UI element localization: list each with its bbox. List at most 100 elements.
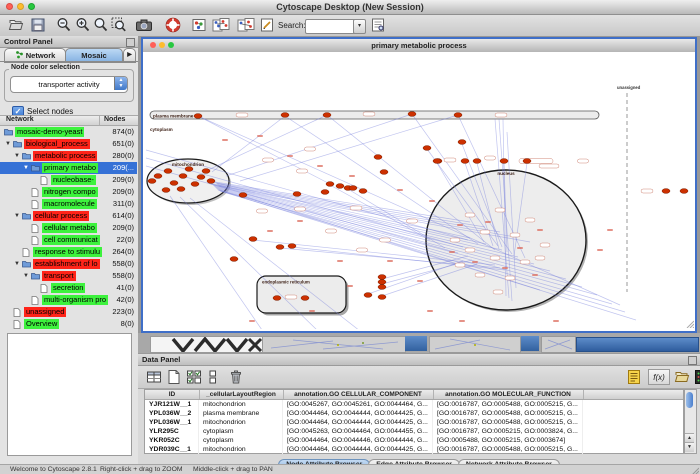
network-node[interactable] [301,296,309,301]
network-node[interactable] [359,189,367,194]
column-header-0[interactable]: ID [145,390,200,399]
tree-column-header[interactable]: Network Nodes [0,115,138,126]
network-node[interactable] [378,285,386,290]
tree-row-nitrogen-compo[interactable]: nitrogen compo209(0) [0,186,137,198]
network-node[interactable] [194,114,202,119]
network-node[interactable] [281,113,289,118]
unselect-attributes-icon[interactable] [206,369,222,385]
export-snapshot-icon[interactable] [135,17,151,33]
network-node[interactable] [458,140,466,145]
table-row-YLR295C[interactable]: YLR295Ccytoplasm[GO:0045263, GO:0044464,… [145,427,683,436]
tree-label[interactable]: multi-organism pro [42,295,108,305]
network-node[interactable] [461,159,469,164]
tree-label[interactable]: nitrogen compo [42,187,98,197]
tree-label[interactable]: Overview [24,319,59,329]
network-view-window[interactable]: primary metabolic process [141,37,697,333]
network-node[interactable] [154,174,162,179]
background-window-titlebar-fragment[interactable] [576,337,699,352]
resize-grip-icon[interactable] [685,319,694,328]
network-node[interactable] [273,296,281,301]
network-node[interactable] [323,113,331,118]
tree-label[interactable]: mosaic-demo-yeast [15,127,84,137]
expand-arrow-icon[interactable]: ▼ [5,138,11,150]
network-node[interactable] [433,159,441,164]
tree-label[interactable]: cellular process [33,211,89,221]
float-panel-icon[interactable] [688,356,697,365]
expand-arrow-icon[interactable]: ▼ [14,150,20,162]
tree-row-overview[interactable]: Overview8(0) [0,318,137,330]
search-input[interactable] [305,19,357,34]
attribute-table-icon[interactable] [146,369,162,385]
table-row-YKR052C[interactable]: YKR052Ccytoplasm[GO:0044464, GO:0044446,… [145,436,683,445]
annotations-icon[interactable] [259,17,275,33]
tree-row-cellular-process[interactable]: ▼cellular process614(0) [0,210,137,222]
network-node[interactable] [288,244,296,249]
network-zoom-button[interactable] [168,42,174,48]
table-scrollbar[interactable]: ▲ ▼ [684,389,697,454]
tree-label[interactable]: cellular metabo [42,223,97,233]
network-node[interactable] [202,169,210,174]
network-node[interactable] [408,112,416,117]
new-attribute-icon[interactable] [166,369,182,385]
network-node[interactable] [191,182,199,187]
column-header-3[interactable]: annotation.GO MOLECULAR_FUNCTION [433,390,584,399]
network-node[interactable] [423,146,431,151]
vizmapper-icon[interactable] [191,17,207,33]
table-row-YPL036W__2[interactable]: YPL036W__2plasma membrane[GO:0044464, GO… [145,409,683,418]
network-node[interactable] [162,188,170,193]
delete-attribute-trash-icon[interactable] [228,369,244,385]
zoom-out-icon[interactable] [56,17,72,33]
tree-row-secretion[interactable]: secretion41(0) [0,282,137,294]
tree-label[interactable]: secretion [51,283,85,293]
network-node[interactable] [207,179,215,184]
network-node[interactable] [239,193,247,198]
tree-row-mosaic-demo-yeast[interactable]: mosaic-demo-yeast874(0) [0,126,137,138]
network-node[interactable] [230,257,238,262]
tree-label[interactable]: macromolecule [42,199,97,209]
window-resize-grip-icon[interactable] [690,466,699,474]
nodes[interactable] [148,112,688,301]
zoom-button[interactable] [28,3,35,10]
column-nodes[interactable]: Nodes [104,116,125,123]
function-builder-icon[interactable]: f(x) [648,369,670,385]
tree-row-primary-metabo[interactable]: ▼primary metabo209(... [0,162,137,174]
network-window-titlebar[interactable]: primary metabolic process [143,39,695,53]
network-node[interactable] [321,190,329,195]
network-node[interactable] [523,159,531,164]
scroll-down-icon[interactable]: ▼ [685,442,694,452]
search-options-icon[interactable] [370,17,386,33]
network-node[interactable] [276,245,284,250]
float-panel-icon[interactable] [126,38,135,47]
network-node[interactable] [336,184,344,189]
network-node[interactable] [249,237,257,242]
tree-label[interactable]: cell communicat [42,235,100,245]
tree-label[interactable]: biological_process [24,139,90,149]
tree-label[interactable]: establishment of lo [33,259,100,269]
save-session-icon[interactable] [30,17,46,33]
attribute-list-icon[interactable] [626,369,642,385]
network-node[interactable] [374,155,382,160]
expand-arrow-icon[interactable]: ▼ [14,258,20,270]
zoom-in-icon[interactable] [75,17,91,33]
network-node[interactable] [500,159,508,164]
table-row-YJR121W__1[interactable]: YJR121W__1mitochondrion[GO:0045267, GO:0… [145,400,683,409]
open-session-icon[interactable] [8,17,24,33]
column-header-2[interactable]: annotation.GO CELLULAR_COMPONENT [283,390,434,399]
background-window-fragment[interactable] [262,336,406,353]
tree-row-cellular-metabo[interactable]: cellular metabo209(0) [0,222,137,234]
network-node[interactable] [293,192,301,197]
background-window-fragment[interactable] [541,336,576,353]
minimize-button[interactable] [17,3,24,10]
scrollbar-thumb[interactable] [686,392,693,408]
network-node[interactable] [364,293,372,298]
attribute-table-header[interactable]: ID_cellularLayoutRegionannotation.GO CEL… [145,390,683,400]
node-color-dropdown[interactable]: transporter activity ▲▼ [10,76,128,93]
column-header-1[interactable]: _cellularLayoutRegion [199,390,284,399]
tree-label[interactable]: transport [42,271,76,281]
network-node[interactable] [378,295,386,300]
network-node[interactable] [680,189,688,194]
network-canvas[interactable]: plasma membrane cytoplasm mitochondrion … [143,52,695,329]
search-dropdown-arrow[interactable]: ▾ [353,19,366,34]
expand-arrow-icon[interactable]: ▼ [14,210,20,222]
background-window-titlebar-fragment[interactable] [521,336,539,351]
